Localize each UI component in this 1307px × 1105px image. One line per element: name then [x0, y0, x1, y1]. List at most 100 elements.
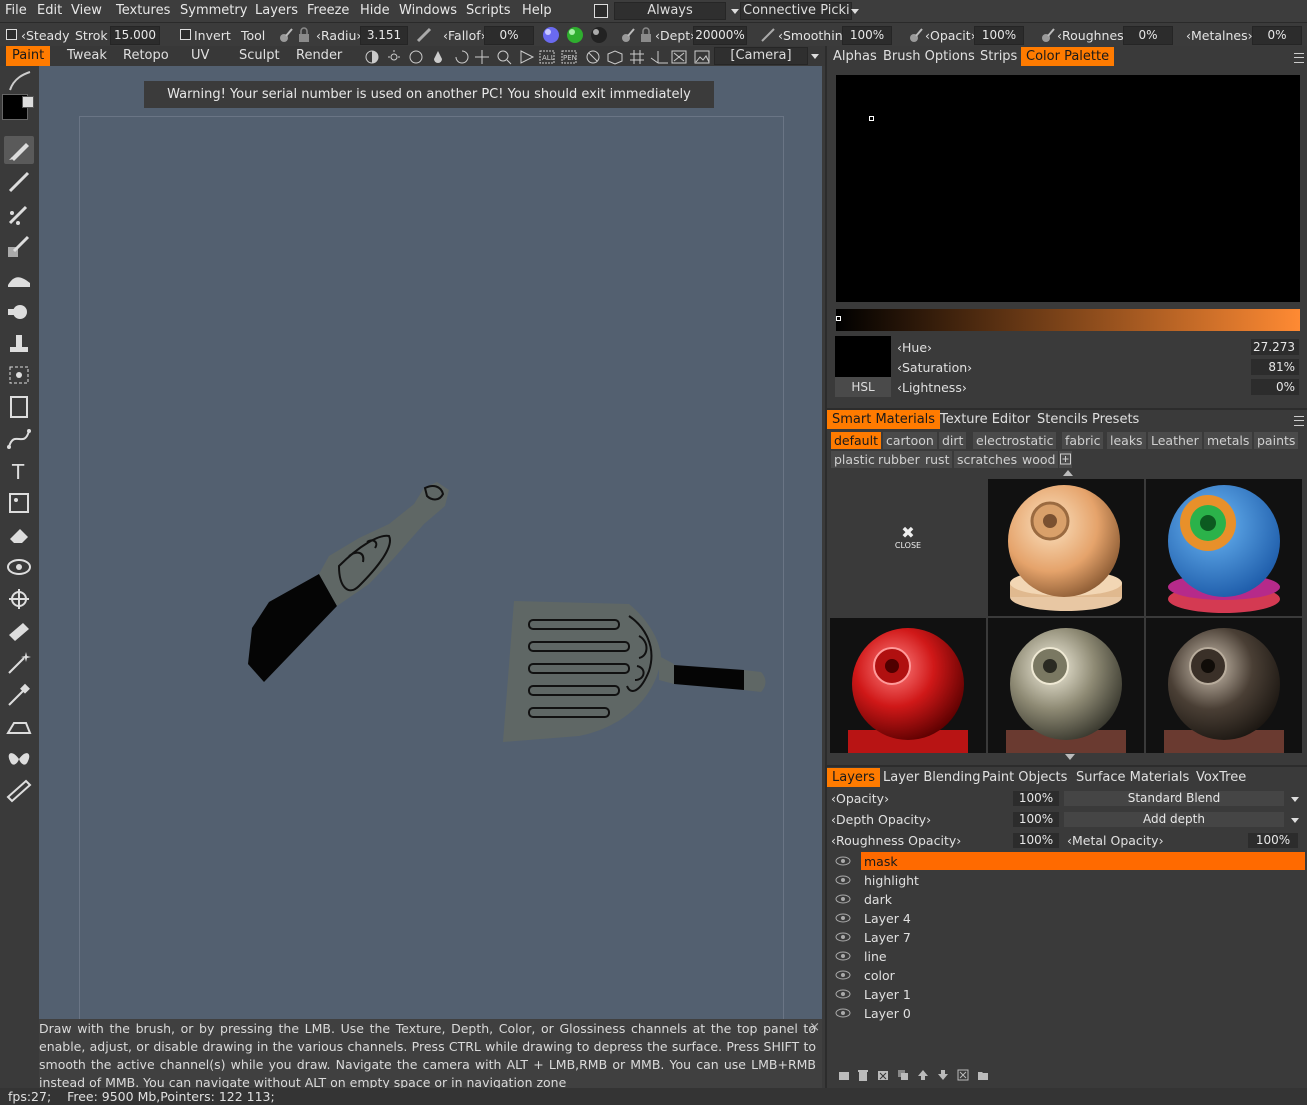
color-picker-cursor[interactable]: [869, 116, 874, 121]
always-dropdown[interactable]: Always: [614, 2, 726, 20]
material-thumbnail[interactable]: [1146, 618, 1302, 753]
material-tag-fabric[interactable]: fabric: [1062, 432, 1104, 449]
smudge-icon[interactable]: [4, 265, 34, 293]
material-thumbnail[interactable]: [1146, 479, 1302, 616]
eye-icon[interactable]: [835, 856, 851, 866]
hsl-mode-button[interactable]: HSL: [835, 377, 891, 397]
invert-tool-checkbox[interactable]: [180, 29, 191, 40]
eye-icon[interactable]: [835, 894, 851, 904]
eye-icon[interactable]: [835, 913, 851, 923]
layer-row[interactable]: line: [835, 947, 1305, 966]
tab-voxtree[interactable]: VoxTree: [1196, 770, 1246, 785]
tab-stencils[interactable]: Stencils: [1037, 412, 1088, 427]
metalness-field[interactable]: 0%: [1252, 26, 1302, 45]
airbrush-icon[interactable]: [4, 201, 34, 229]
menu-freeze[interactable]: Freeze: [307, 3, 349, 18]
connective-picking-dropdown[interactable]: Connective Picki: [740, 2, 852, 20]
merge-layer-icon[interactable]: [957, 1069, 969, 1081]
scroll-down-arrow-icon[interactable]: [1065, 754, 1075, 760]
image-icon[interactable]: [694, 49, 710, 65]
eraser-block-icon[interactable]: [4, 617, 34, 645]
material-tag-dirt[interactable]: dirt: [939, 432, 967, 449]
radius-field[interactable]: 3.151: [360, 26, 408, 45]
layer-folder-icon[interactable]: [977, 1069, 989, 1081]
magic-wand-icon[interactable]: [4, 649, 34, 677]
room-tab-retopo[interactable]: Retopo: [123, 48, 169, 63]
ruler-icon[interactable]: [4, 777, 34, 805]
brush-pressure-icon[interactable]: [278, 27, 294, 43]
camera-dropdown-arrow[interactable]: [811, 54, 819, 59]
material-tag-metals[interactable]: metals: [1204, 432, 1253, 449]
room-tab-paint[interactable]: Paint: [6, 46, 51, 66]
steady-checkbox[interactable]: [6, 29, 17, 40]
material-tag-plastic[interactable]: plastic: [831, 451, 878, 468]
menu-file[interactable]: File: [5, 3, 27, 18]
clear-layer-icon[interactable]: [877, 1069, 889, 1081]
depth-field[interactable]: 20000%: [693, 26, 747, 45]
eyedropper-icon[interactable]: [4, 681, 34, 709]
eye-icon[interactable]: [835, 951, 851, 961]
smoothing-pen-icon[interactable]: [760, 27, 776, 43]
menu-windows[interactable]: Windows: [399, 3, 457, 18]
depth-pressure-icon[interactable]: [620, 27, 636, 43]
menu-scripts[interactable]: Scripts: [466, 3, 510, 18]
brush-stroke-icon[interactable]: [4, 68, 34, 96]
layer-opacity-field[interactable]: 100%: [1013, 791, 1059, 806]
layer-row[interactable]: mask: [835, 852, 1305, 871]
secondary-color-swatch[interactable]: [22, 96, 34, 108]
always-checkbox[interactable]: [594, 4, 608, 18]
eye-icon[interactable]: [835, 970, 851, 980]
room-tab-sculpt[interactable]: Sculpt: [239, 48, 280, 63]
color-picker-area[interactable]: [836, 75, 1300, 302]
material-tag-default[interactable]: default: [831, 432, 881, 449]
move-layer-up-icon[interactable]: [917, 1069, 929, 1081]
viewport-icons-strip[interactable]: ALL PEN: [364, 49, 694, 65]
layer-row[interactable]: Layer 7: [835, 928, 1305, 947]
layer-row[interactable]: dark: [835, 890, 1305, 909]
opacity-field[interactable]: 100%: [974, 26, 1024, 45]
tab-color-palette[interactable]: Color Palette: [1021, 47, 1115, 66]
menu-help[interactable]: Help: [522, 3, 552, 18]
eye-icon[interactable]: [835, 875, 851, 885]
depth-channel-icon[interactable]: [542, 26, 560, 44]
depth-mode-dropdown[interactable]: Add depth: [1064, 812, 1284, 827]
3d-viewport[interactable]: Warning! Your serial number is used on a…: [39, 66, 822, 1020]
connective-dropdown-arrow[interactable]: [851, 9, 859, 14]
lock-icon[interactable]: [298, 27, 310, 43]
smoothing-field[interactable]: 100%: [842, 26, 892, 45]
spray-icon[interactable]: [4, 297, 34, 325]
tab-alphas[interactable]: Alphas: [833, 49, 877, 64]
color-channel-icon[interactable]: [566, 26, 584, 44]
view-eye-icon[interactable]: [4, 553, 34, 581]
eraser-icon[interactable]: [4, 521, 34, 549]
tab-layers[interactable]: Layers: [827, 768, 881, 787]
menu-hide[interactable]: Hide: [360, 3, 390, 18]
tab-texture-editor[interactable]: Texture Editor: [940, 412, 1030, 427]
close-materials-cell[interactable]: ✖ CLOSE: [830, 479, 986, 616]
material-tag-paints[interactable]: paints: [1254, 432, 1299, 449]
tab-layer-blending[interactable]: Layer Blending: [883, 770, 981, 785]
curve-icon[interactable]: [4, 425, 34, 453]
butterfly-symmetry-icon[interactable]: [4, 745, 34, 773]
depth-lock-icon[interactable]: [640, 27, 652, 43]
stamp-icon[interactable]: [4, 329, 34, 357]
blend-mode-arrow[interactable]: [1291, 797, 1299, 802]
always-dropdown-arrow[interactable]: [731, 9, 739, 14]
lasso-select-icon[interactable]: [4, 361, 34, 389]
metal-opacity-field[interactable]: 100%: [1248, 833, 1298, 848]
material-tag-wood[interactable]: wood: [1019, 451, 1059, 468]
tab-brush-options[interactable]: Brush Options: [883, 49, 975, 64]
tab-strips[interactable]: Strips: [980, 49, 1017, 64]
depth-opacity-field[interactable]: 100%: [1013, 812, 1059, 827]
roughness-field[interactable]: 0%: [1123, 26, 1173, 45]
roughness-pressure-icon[interactable]: [1040, 27, 1056, 43]
scroll-up-arrow-icon[interactable]: [1063, 470, 1073, 476]
duplicate-layer-icon[interactable]: [897, 1069, 909, 1081]
layer-row[interactable]: highlight: [835, 871, 1305, 890]
paint-brush-icon[interactable]: [4, 136, 34, 164]
falloff-field[interactable]: 0%: [484, 26, 534, 45]
document-icon[interactable]: [4, 393, 34, 421]
opacity-pressure-icon[interactable]: [908, 27, 924, 43]
roughness-opacity-field[interactable]: 100%: [1013, 833, 1059, 848]
material-tag-leather[interactable]: Leather: [1148, 432, 1202, 449]
